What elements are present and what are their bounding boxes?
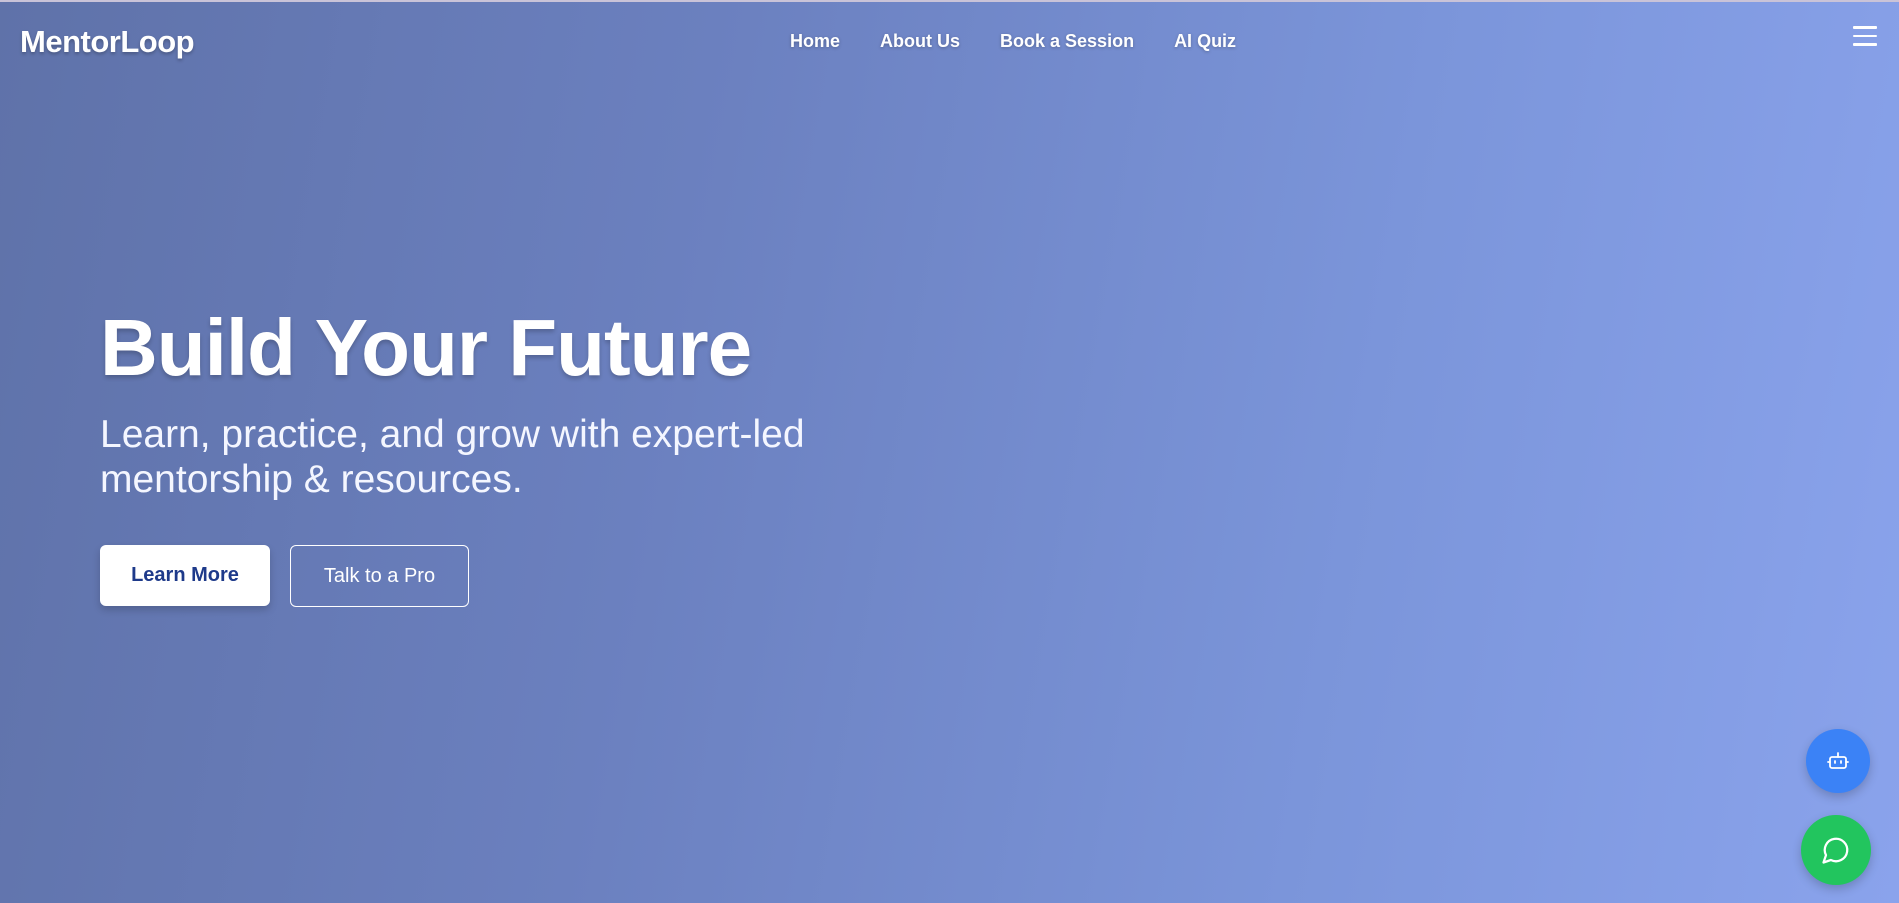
hero-actions: Learn More Talk to a Pro bbox=[100, 545, 469, 607]
hero-subtitle: Learn, practice, and grow with expert-le… bbox=[100, 413, 805, 501]
hamburger-menu-icon[interactable] bbox=[1853, 26, 1877, 48]
site-logo[interactable]: MentorLoop bbox=[20, 24, 195, 60]
nav-book-session[interactable]: Book a Session bbox=[1000, 31, 1134, 52]
hero-section: Build Your Future Learn, practice, and g… bbox=[100, 300, 1000, 502]
chat-button[interactable] bbox=[1801, 815, 1871, 885]
main-nav: Home About Us Book a Session AI Quiz bbox=[790, 31, 1236, 52]
chatbot-button[interactable] bbox=[1806, 729, 1870, 793]
site-header: MentorLoop Home About Us Book a Session … bbox=[0, 0, 1899, 90]
nav-about-us[interactable]: About Us bbox=[880, 31, 960, 52]
hero-title: Build Your Future bbox=[100, 303, 752, 392]
nav-ai-quiz[interactable]: AI Quiz bbox=[1174, 31, 1236, 52]
talk-to-pro-button[interactable]: Talk to a Pro bbox=[290, 545, 469, 607]
learn-more-button[interactable]: Learn More bbox=[100, 545, 270, 606]
robot-icon bbox=[1827, 752, 1849, 769]
chat-bubble-icon bbox=[1822, 837, 1849, 864]
nav-home[interactable]: Home bbox=[790, 31, 840, 52]
